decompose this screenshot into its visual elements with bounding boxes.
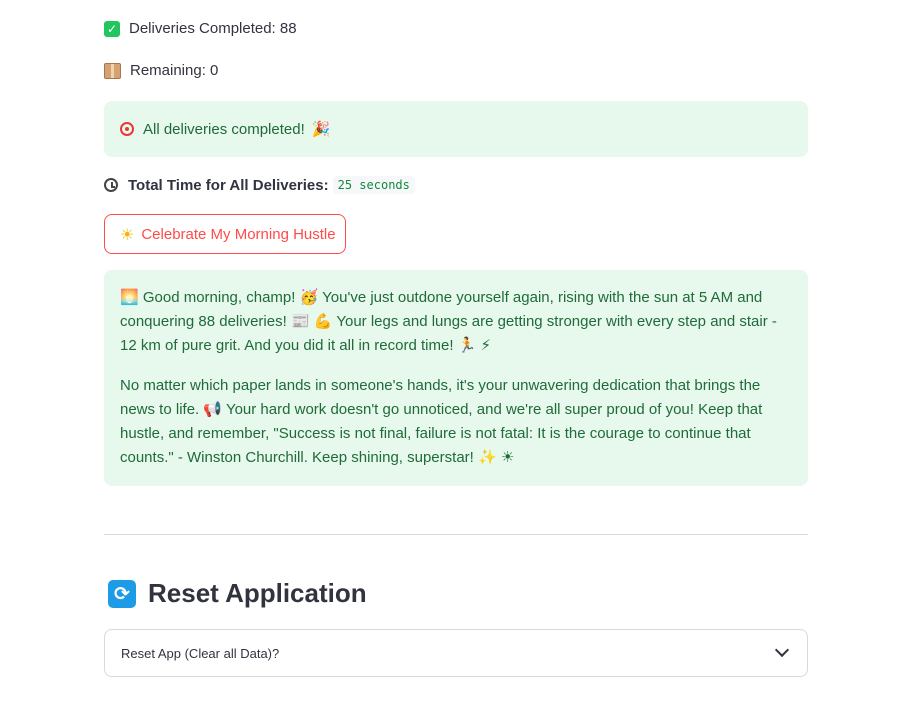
- motivation-paragraph-2: No matter which paper lands in someone's…: [120, 377, 763, 466]
- total-time-line: Total Time for All Deliveries: 25 second…: [104, 176, 415, 194]
- remaining-line: Remaining: 0: [104, 62, 218, 79]
- party-popper-icon: 🎉: [311, 120, 331, 138]
- check-mark-icon: ✓: [104, 20, 120, 37]
- chevron-down-icon[interactable]: [774, 642, 790, 658]
- total-time-value: 25 seconds: [332, 176, 415, 194]
- reset-section-heading: ⟳ Reset Application: [108, 578, 367, 609]
- completion-alert-text: All deliveries completed!: [143, 120, 305, 138]
- deliveries-completed-text: Deliveries Completed: 88: [129, 20, 297, 37]
- motivation-message: 🌅 Good morning, champ! 🥳 You've just out…: [104, 270, 808, 486]
- deliveries-completed-line: ✓ Deliveries Completed: 88: [104, 20, 297, 37]
- section-divider: [104, 534, 808, 535]
- target-icon: [120, 122, 134, 136]
- clock-icon: [104, 178, 118, 192]
- sun-icon: ☀: [120, 224, 135, 244]
- remaining-text: Remaining: 0: [130, 62, 219, 79]
- reset-icon: ⟳: [108, 579, 136, 608]
- total-time-label: Total Time for All Deliveries:: [128, 176, 329, 194]
- celebrate-button-label: Celebrate My Morning Hustle: [141, 225, 336, 243]
- reset-section-title: Reset Application: [148, 578, 367, 608]
- package-icon: [104, 62, 121, 79]
- motivation-paragraph-1: 🌅 Good morning, champ! 🥳 You've just out…: [120, 289, 777, 354]
- celebrate-button[interactable]: ☀ Celebrate My Morning Hustle: [104, 214, 346, 254]
- reset-app-expander-label: Reset App (Clear all Data)?: [121, 645, 280, 661]
- reset-app-expander[interactable]: Reset App (Clear all Data)?: [104, 629, 808, 677]
- completion-alert: All deliveries completed! 🎉: [104, 101, 808, 157]
